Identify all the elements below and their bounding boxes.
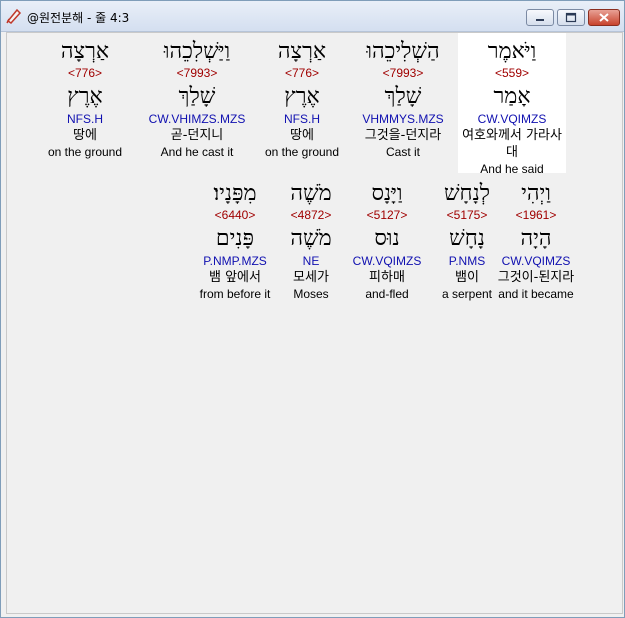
minimize-button[interactable] xyxy=(526,9,554,26)
word-column[interactable]: אַרְצָה <776> אֶרֶץ NFS.H 땅에 on the grou… xyxy=(31,33,139,173)
maximize-button[interactable] xyxy=(557,9,585,26)
korean-gloss: 여호와께서 가라사대 xyxy=(462,128,562,160)
strong-number: <5127> xyxy=(366,208,408,222)
korean-gloss: 땅에 xyxy=(290,128,314,143)
strong-number: <559> xyxy=(494,66,530,80)
morphology-code: NFS.H xyxy=(67,112,103,126)
app-window: @원전분해 - 줄 4:3 וַיֹּאמֶר <559> אָמַר CW.V… xyxy=(0,0,625,618)
hebrew-root: אֶרֶץ xyxy=(67,84,103,109)
hebrew-root: שָׁלַךְ xyxy=(384,84,422,109)
korean-gloss: 피하매 xyxy=(369,270,405,285)
hebrew-word: וַיֹּאמֶר xyxy=(487,39,537,64)
word-column[interactable]: הַשְׁלִיכֵהוּ <7993> שָׁלַךְ VHMMYS.MZS … xyxy=(349,33,457,173)
word-column[interactable]: וַיָּנָס <5127> נוּס CW.VQIMZS 피하매 and-f… xyxy=(340,175,434,315)
close-button[interactable] xyxy=(588,9,620,26)
english-gloss: And he cast it xyxy=(160,145,234,159)
app-icon xyxy=(5,7,23,25)
window-title: @원전분해 - 줄 4:3 xyxy=(27,11,130,25)
hebrew-word: וַיַּשְׁלִכֵהוּ xyxy=(163,39,231,64)
hebrew-root: אָמַר xyxy=(493,84,531,109)
hebrew-root: נוּס xyxy=(374,226,400,251)
morphology-code: NFS.H xyxy=(284,112,320,126)
korean-gloss: 그것을-던지라 xyxy=(364,128,442,143)
hebrew-word: אַרְצָה xyxy=(60,39,110,64)
interlinear-panel: וַיֹּאמֶר <559> אָמַר CW.VQIMZS 여호와께서 가라… xyxy=(6,32,623,614)
english-gloss: Cast it xyxy=(385,145,420,159)
morphology-code: P.NMP.MZS xyxy=(203,254,267,268)
hebrew-word: וַיָּנָס xyxy=(371,181,403,206)
hebrew-root: פָּנִים xyxy=(215,226,255,251)
strong-number: <7993> xyxy=(382,66,424,80)
morphology-code: VHMMYS.MZS xyxy=(362,112,444,126)
morphology-code: CW.VQIMZS xyxy=(352,254,422,268)
word-column[interactable]: וַיַּשְׁלִכֵהוּ <7993> שָׁלַךְ CW.VHIMZS… xyxy=(143,33,251,173)
english-gloss: from before it xyxy=(199,287,271,301)
title-bar[interactable]: @원전분해 - 줄 4:3 xyxy=(1,1,624,32)
word-column[interactable]: אַרְצָה <776> אֶרֶץ NFS.H 땅에 on the grou… xyxy=(248,33,356,173)
korean-gloss: 땅에 xyxy=(73,128,97,143)
morphology-code: CW.VHIMZS.MZS xyxy=(148,112,246,126)
hebrew-root: אֶרֶץ xyxy=(284,84,320,109)
word-column[interactable]: מִפָּנָיו׃ <6440> פָּנִים P.NMP.MZS 뱀 앞에… xyxy=(187,175,283,315)
word-column[interactable]: וַיֹּאמֶר <559> אָמַר CW.VQIMZS 여호와께서 가라… xyxy=(458,33,566,176)
korean-gloss: 뱀 앞에서 xyxy=(209,270,261,285)
strong-number: <6440> xyxy=(214,208,256,222)
morphology-code: CW.VQIMZS xyxy=(477,112,547,126)
strong-number: <776> xyxy=(284,66,320,80)
english-gloss: on the ground xyxy=(47,145,123,159)
hebrew-word: אַרְצָה xyxy=(277,39,327,64)
hebrew-word: הַשְׁלִיכֵהוּ xyxy=(366,39,440,64)
strong-number: <7993> xyxy=(176,66,218,80)
hebrew-root: שָׁלַךְ xyxy=(178,84,216,109)
strong-number: <776> xyxy=(67,66,103,80)
english-gloss: on the ground xyxy=(264,145,340,159)
hebrew-word: מִפָּנָיו׃ xyxy=(213,181,257,206)
english-gloss: and-fled xyxy=(365,287,409,301)
korean-gloss: 곧-던지니 xyxy=(170,128,224,143)
